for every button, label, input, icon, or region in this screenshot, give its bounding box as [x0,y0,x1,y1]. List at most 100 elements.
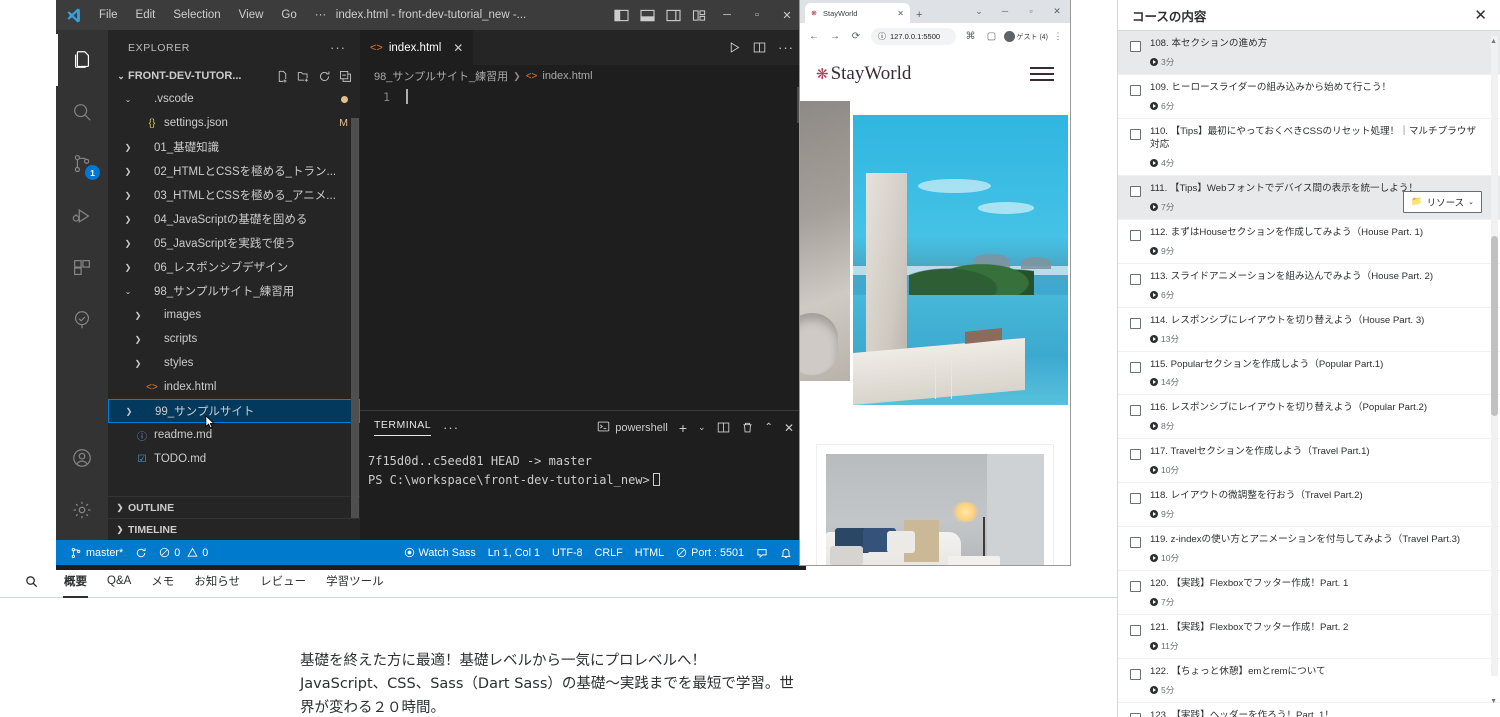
tree-folder-row[interactable]: ❯ scripts [108,327,360,351]
lecture-checkbox[interactable] [1130,185,1141,197]
lecture-item[interactable]: 118. レイアウトの微調整を行おう（Travel Part.2) 9分 [1118,483,1500,528]
terminal-more-icon[interactable]: ··· [443,420,459,435]
kill-terminal-icon[interactable] [741,421,754,434]
status-branch[interactable]: master* [64,540,129,565]
outline-section[interactable]: ❯ OUTLINE [108,496,360,518]
site-logo[interactable]: ❋ StayWorld [816,63,911,85]
customize-layout-icon[interactable] [686,0,712,30]
devices-icon[interactable]: ▢ [983,28,1001,46]
maximize-button[interactable]: ▫ [742,0,772,30]
close-button[interactable]: ✕ [772,0,802,30]
menu-go[interactable]: Go [272,5,305,25]
minimize-button[interactable]: ─ [712,0,742,30]
run-debug-icon[interactable] [56,190,108,242]
new-tab-button[interactable]: + [916,9,922,23]
split-terminal-icon[interactable] [717,421,730,434]
editor-more-icon[interactable]: ··· [778,40,794,55]
course-scrollbar[interactable] [1491,36,1498,676]
split-editor-icon[interactable] [753,41,766,54]
new-file-icon[interactable] [276,70,289,83]
bell-icon[interactable] [774,540,798,565]
workspace-folder-row[interactable]: ⌄ FRONT-DEV-TUTOR... [108,65,360,87]
terminal-tab[interactable]: TERMINAL [374,419,432,436]
resource-button[interactable]: 📁 リソース ⌄ [1403,190,1482,213]
tree-file-row[interactable]: <> index.html [108,375,360,399]
scroll-up-arrow[interactable]: ▲ [1490,38,1497,45]
lecture-checkbox[interactable] [1130,669,1141,681]
lecture-checkbox[interactable] [1130,581,1141,593]
lecture-checkbox[interactable] [1130,449,1141,461]
tree-folder-row[interactable]: ❯ 06_レスポンシブデザイン [108,255,360,279]
back-icon[interactable]: ← [805,28,823,46]
chrome-tab-stayworld[interactable]: ❋ StayWorld ✕ [805,3,910,23]
status-cursor-position[interactable]: Ln 1, Col 1 [482,540,546,565]
kebab-menu-icon[interactable]: ⋮ [1051,31,1065,42]
lecture-checkbox[interactable] [1130,405,1141,417]
scroll-down-arrow[interactable]: ▼ [1490,698,1497,705]
lecture-checkbox[interactable] [1130,128,1141,140]
refresh-icon[interactable] [318,70,331,83]
lecture-item[interactable]: 113. スライドアニメーションを組み込んでみよう（House Part. 2)… [1118,264,1500,308]
explorer-icon[interactable] [56,34,108,86]
breadcrumb-file[interactable]: index.html [542,70,592,82]
extensions-icon[interactable] [56,242,108,294]
restore-down-button[interactable]: ⌄ [966,1,992,21]
close-icon[interactable]: ✕ [453,41,463,55]
lecture-checkbox[interactable] [1130,273,1141,285]
toggle-secondary-sidebar-icon[interactable] [660,0,686,30]
lecture-item[interactable]: 111. 【Tips】Webフォントでデバイス間の表示を統一しよう！ 7分 📁 リソー… [1118,175,1500,220]
close-icon[interactable]: ✕ [1474,8,1487,23]
run-file-icon[interactable] [728,41,741,54]
new-terminal-icon[interactable]: + [679,420,687,436]
lecture-checkbox[interactable] [1130,537,1141,549]
lecture-item[interactable]: 119. z-indexの使い方とアニメーションを付与してみよう（Travel … [1118,527,1500,572]
status-encoding[interactable]: UTF-8 [546,540,589,565]
menu-view[interactable]: View [230,5,273,25]
status-live-server-port[interactable]: Port : 5501 [670,540,750,565]
sidebar-scrollbar-thumb[interactable] [351,118,359,518]
lecture-item[interactable]: 110. 【Tips】最初にやっておくべきCSSのリセット処理！｜マルチブラウザ… [1118,119,1500,176]
menu-edit[interactable]: Edit [127,5,165,25]
feedback-icon[interactable] [750,540,774,565]
close-panel-icon[interactable]: ✕ [784,421,794,435]
collapse-all-icon[interactable] [339,70,352,83]
maximize-panel-icon[interactable]: ⌃ [765,422,773,433]
course-scrollbar-thumb[interactable] [1491,236,1498,416]
profile-button[interactable]: ゲスト (4) [1003,31,1048,42]
menu-selection[interactable]: Selection [164,5,229,25]
tree-folder-row[interactable]: ❯ images [108,303,360,327]
search-icon[interactable] [20,570,42,592]
lecture-item[interactable]: 114. レスポンシブにレイアウトを切り替えよう（House Part. 3) 1… [1118,308,1500,352]
source-control-icon[interactable]: 1 [56,138,108,190]
terminal-output[interactable]: 7f15d0d..c5eed81 HEAD -> master PS C:\wo… [360,444,806,540]
settings-gear-icon[interactable] [56,484,108,536]
breadcrumb-folder[interactable]: 98_サンプルサイト_練習用 [374,68,508,84]
status-sync-icon[interactable] [129,540,153,565]
chevron-down-icon[interactable]: ⌄ [698,422,706,433]
reload-icon[interactable]: ⟳ [847,28,865,46]
tree-file-row[interactable]: {} settings.json M [108,111,360,135]
extensions-icon[interactable]: ⌘ [962,28,980,46]
tree-file-row[interactable]: ☑ TODO.md [108,447,360,471]
tree-file-row[interactable]: ⓘ readme.md [108,423,360,447]
forward-icon[interactable]: → [826,28,844,46]
maximize-button[interactable]: ▫ [1018,1,1044,21]
status-language-mode[interactable]: HTML [629,540,670,565]
lecture-item[interactable]: 121. 【実践】Flexboxでフッター作成！Part. 2 11分 [1118,615,1500,660]
toggle-panel-icon[interactable] [634,0,660,30]
hamburger-menu-icon[interactable] [1030,67,1054,81]
status-eol[interactable]: CRLF [589,540,629,565]
lecture-item[interactable]: 122. 【ちょっと休憩】emとremについて 5分 [1118,659,1500,703]
tree-folder-row[interactable]: ❯ styles [108,351,360,375]
editor-tab-index-html[interactable]: <> index.html ✕ [360,30,475,65]
tree-folder-row[interactable]: ⌄ .vscode [108,87,360,111]
status-watch-sass[interactable]: Watch Sass [398,540,482,565]
tab-qa[interactable]: Q&A [97,567,141,596]
file-tree[interactable]: ⌄ .vscode {} settings.json M ❯ 01_基礎知識 ❯ 02_HTML… [108,87,360,496]
lecture-item[interactable]: 123. 【実践】ヘッダーを作ろう！Part. 1！15分 [1118,703,1500,717]
close-icon[interactable]: ✕ [897,9,904,18]
timeline-section[interactable]: ❯ TIMELINE [108,518,360,540]
menu-more[interactable]: ··· [306,5,336,25]
toggle-primary-sidebar-icon[interactable] [608,0,634,30]
explorer-more-icon[interactable]: ··· [330,40,346,55]
